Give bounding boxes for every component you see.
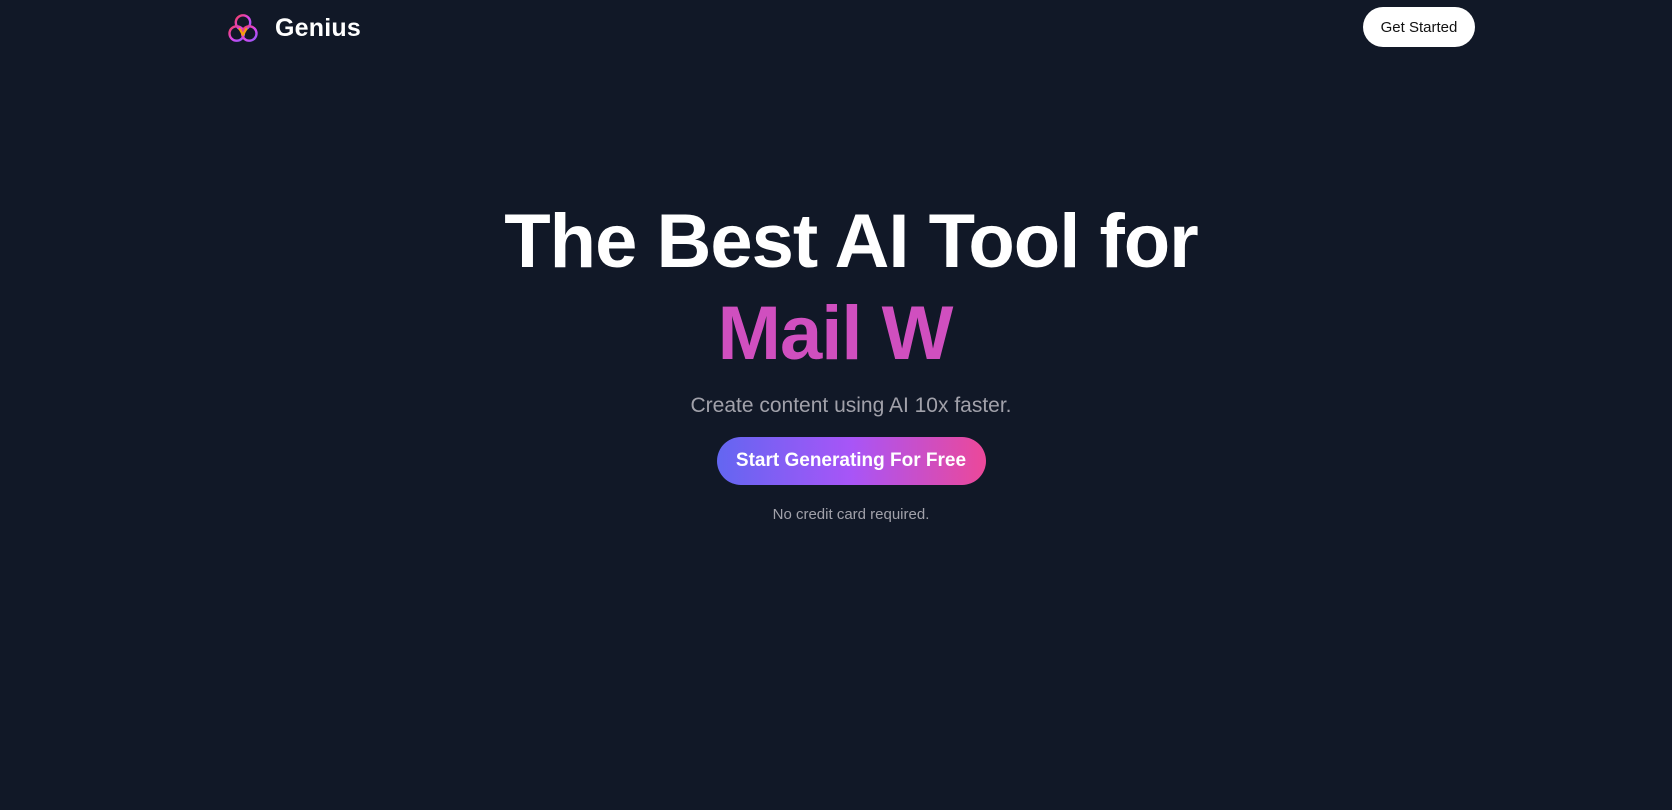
start-generating-button[interactable]: Start Generating For Free [716,437,986,485]
brand-link[interactable]: Genius [226,11,361,45]
hero-section: The Best AI Tool for Mail W Create conte… [0,196,1672,524]
landing-page: Genius Get Started The Best AI Tool for … [0,0,1672,810]
hero-title: The Best AI Tool for [504,199,1199,284]
brand-name: Genius [275,13,361,42]
hero-typewriter-text: Mail W [717,291,954,376]
credit-card-note: No credit card required. [772,506,930,523]
get-started-button[interactable]: Get Started [1363,7,1475,47]
hero-subtitle: Create content using AI 10x faster. [690,394,1012,417]
genius-logo-icon [228,14,258,42]
navbar: Genius Get Started [0,0,1672,54]
